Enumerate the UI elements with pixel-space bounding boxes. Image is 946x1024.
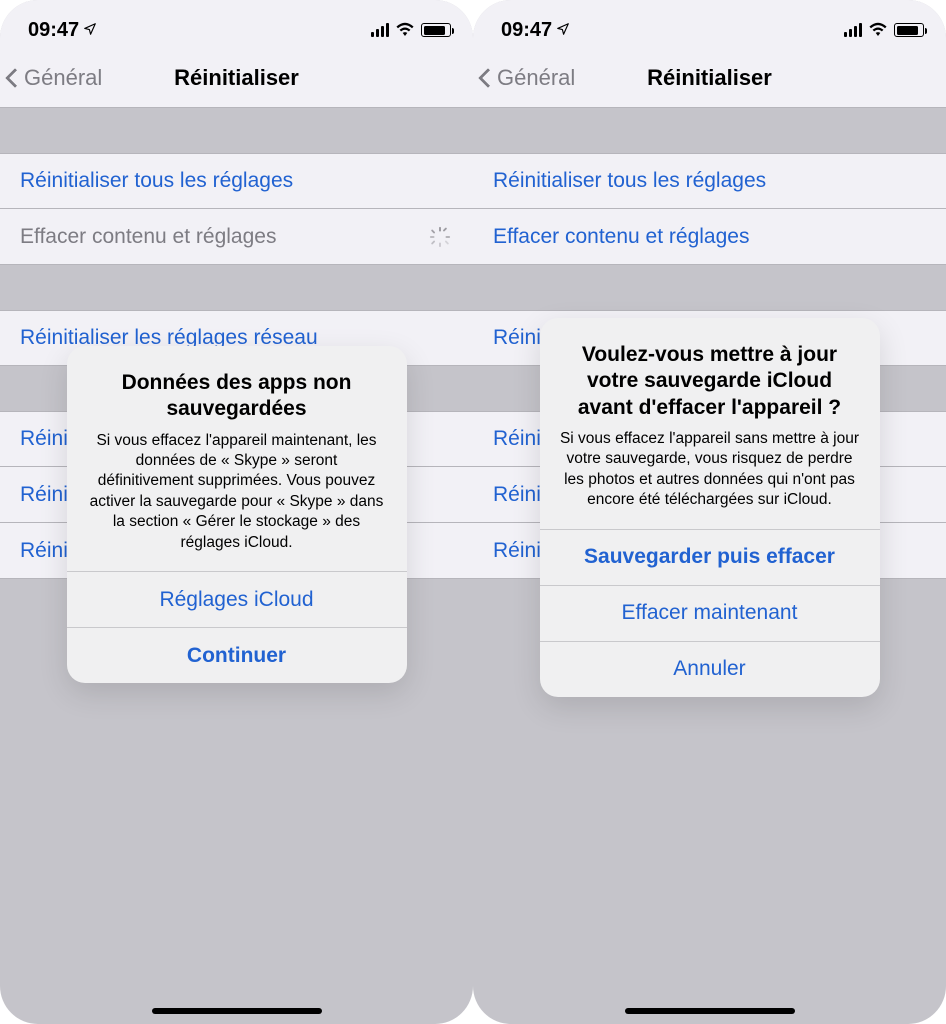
phone-right: 09:47 Général Réinitialiser Réinitialise…	[473, 0, 946, 1024]
battery-icon	[421, 23, 451, 37]
location-icon	[83, 19, 97, 42]
alert-body: Si vous effacez l'appareil sans mettre à…	[560, 429, 860, 511]
alert-unsaved-data: Données des apps non sauvegardées Si vou…	[67, 346, 407, 683]
home-indicator[interactable]	[625, 1008, 795, 1014]
nav-title: Réinitialiser	[0, 65, 473, 91]
status-bar: 09:47	[0, 0, 473, 48]
location-icon	[556, 19, 570, 42]
cell-erase-all[interactable]: Effacer contenu et réglages	[473, 209, 946, 265]
alert-btn-continue[interactable]: Continuer	[67, 627, 407, 683]
home-indicator[interactable]	[152, 1008, 322, 1014]
alert-btn-backup-then-erase[interactable]: Sauvegarder puis effacer	[540, 529, 880, 585]
alert-btn-icloud-settings[interactable]: Réglages iCloud	[67, 571, 407, 627]
cell-reset-all-settings[interactable]: Réinitialiser tous les réglages	[0, 153, 473, 209]
nav-bar: Général Réinitialiser	[473, 48, 946, 108]
alert-icloud-backup: Voulez-vous mettre à jour votre sauvegar…	[540, 318, 880, 697]
cell-reset-all-settings[interactable]: Réinitialiser tous les réglages	[473, 153, 946, 209]
alert-title: Données des apps non sauvegardées	[87, 370, 387, 423]
phone-left: 09:47 Général Réinitialiser Réinitialise…	[0, 0, 473, 1024]
alert-btn-cancel[interactable]: Annuler	[540, 641, 880, 697]
wifi-icon	[868, 19, 888, 42]
signal-icon	[844, 23, 862, 37]
signal-icon	[371, 23, 389, 37]
status-time: 09:47	[28, 19, 97, 42]
spinner-icon	[429, 226, 451, 248]
alert-btn-erase-now[interactable]: Effacer maintenant	[540, 585, 880, 641]
nav-title: Réinitialiser	[473, 65, 946, 91]
alert-title: Voulez-vous mettre à jour votre sauvegar…	[560, 342, 860, 421]
wifi-icon	[395, 19, 415, 42]
status-time: 09:47	[501, 19, 570, 42]
status-bar: 09:47	[473, 0, 946, 48]
battery-icon	[894, 23, 924, 37]
cell-erase-all: Effacer contenu et réglages	[0, 209, 473, 265]
alert-body: Si vous effacez l'appareil maintenant, l…	[87, 431, 387, 554]
nav-bar: Général Réinitialiser	[0, 48, 473, 108]
